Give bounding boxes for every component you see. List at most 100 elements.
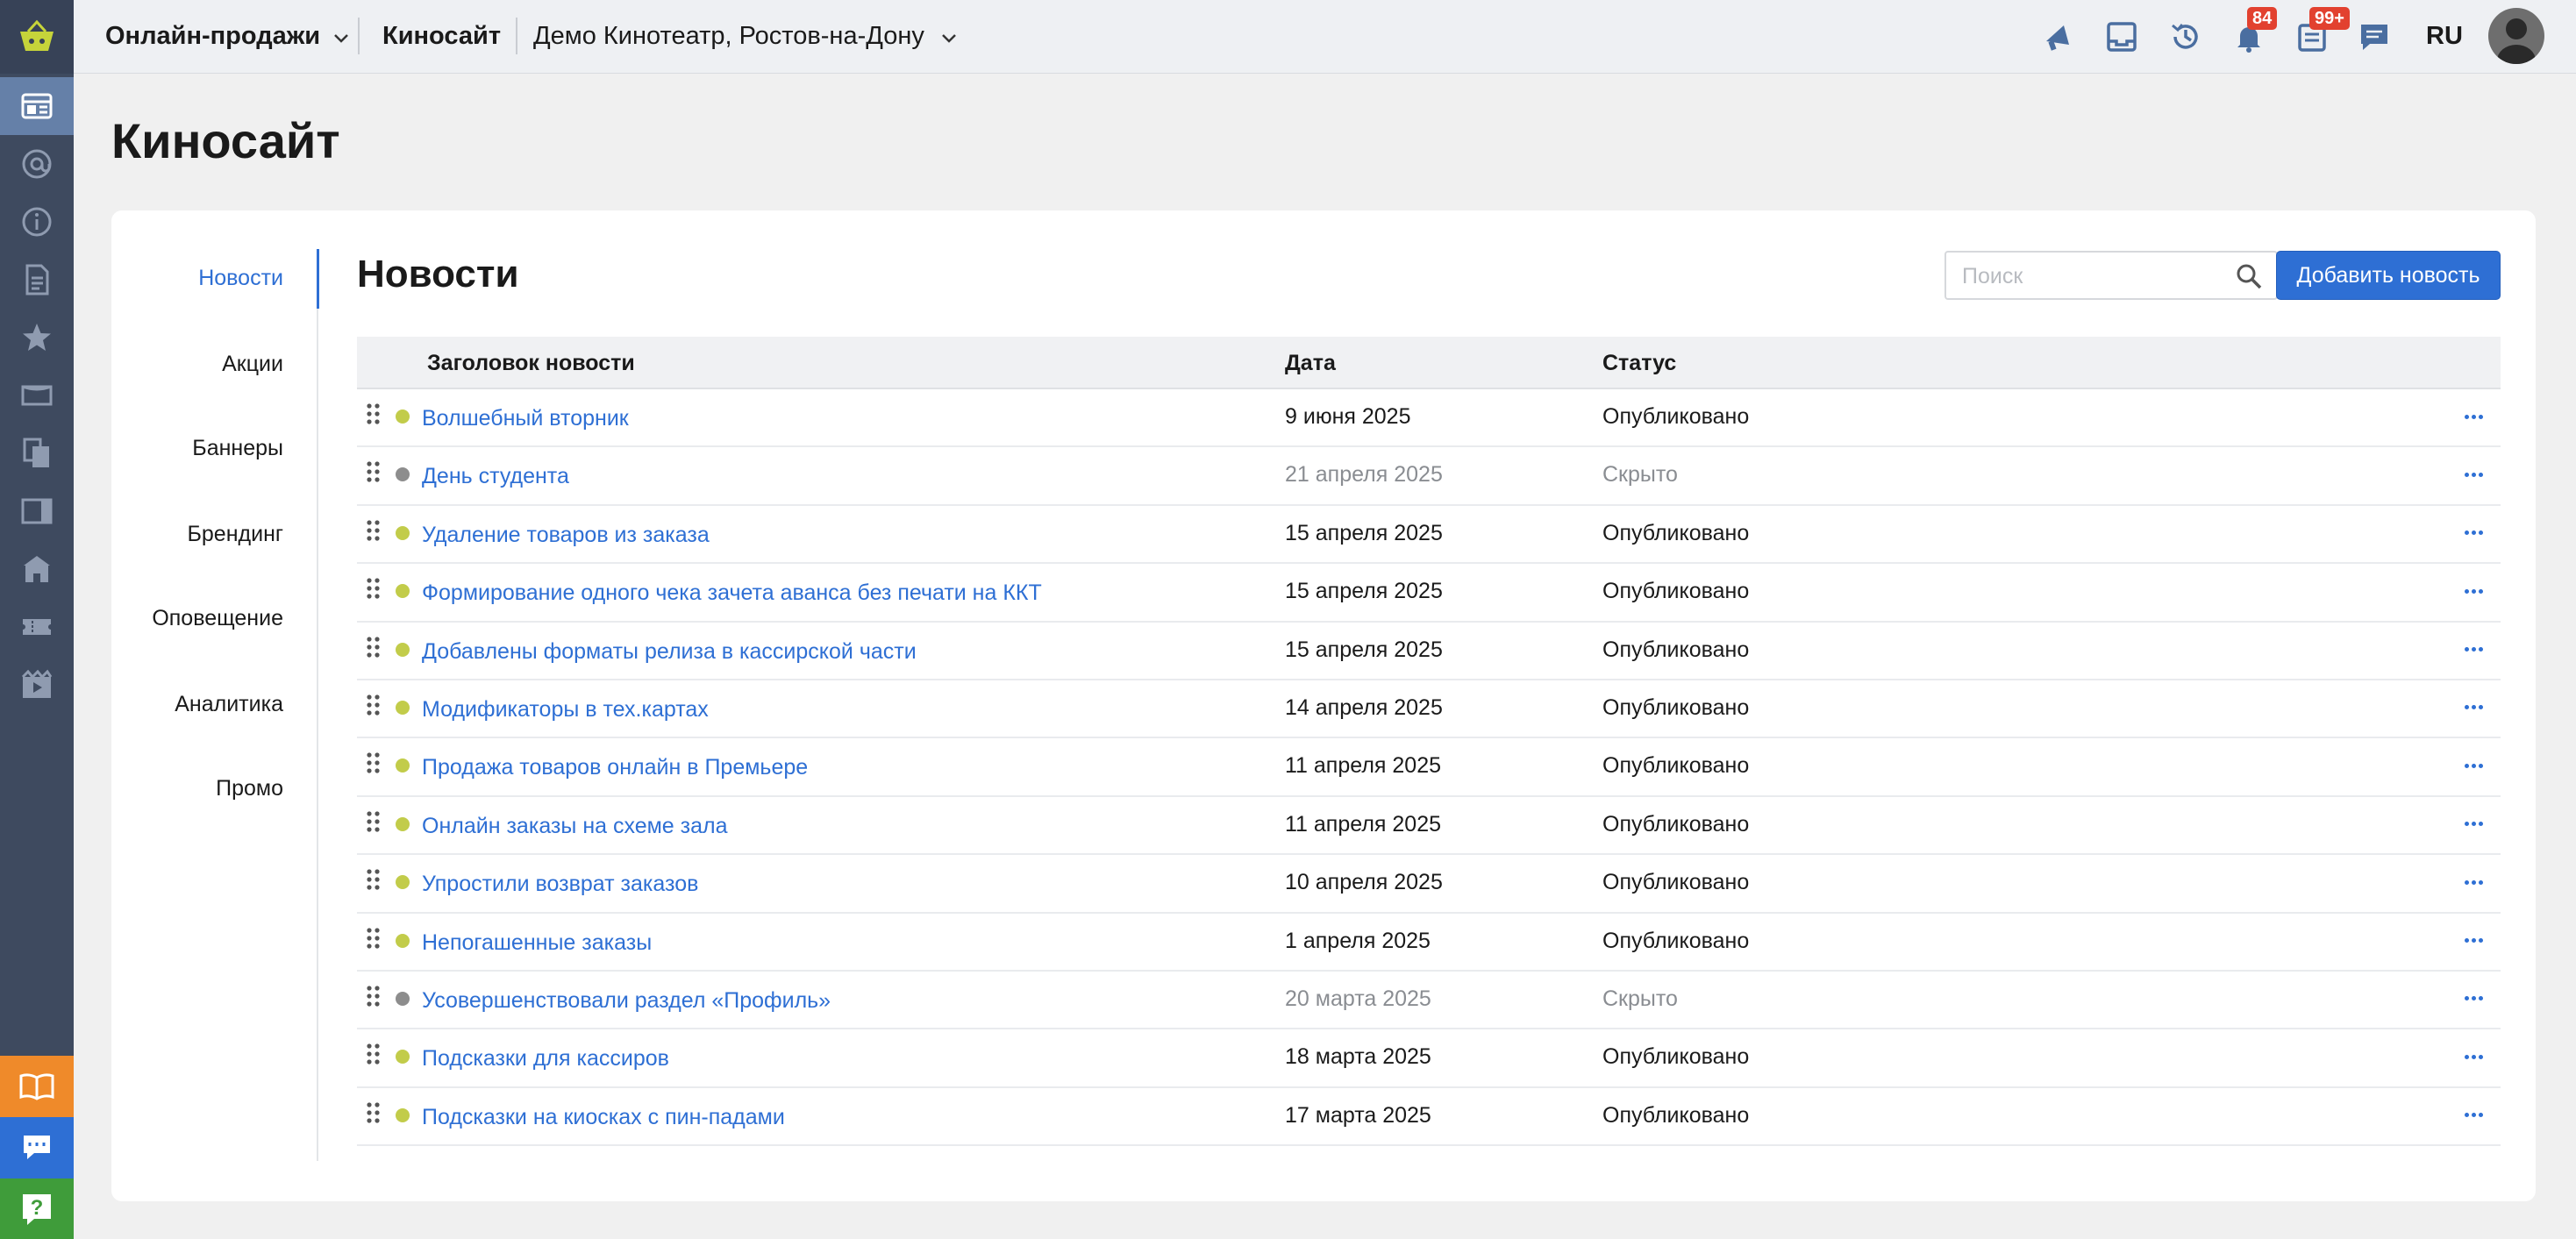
table-row[interactable]: Упростили возврат заказов 10 апреля 2025 О… xyxy=(357,855,2501,914)
subnav-item-banners[interactable]: Баннеры xyxy=(108,433,283,463)
table-row[interactable]: Добавлены форматы релиза в кассирской ча… xyxy=(357,623,2501,680)
news-date: 11 апреля 2025 xyxy=(1285,811,1442,837)
ticket-icon[interactable] xyxy=(0,367,74,424)
drag-handle-icon[interactable] xyxy=(366,1042,382,1066)
more-actions-icon[interactable] xyxy=(2460,867,2487,897)
status-dot xyxy=(396,525,410,540)
news-title-link[interactable]: Непогашенные заказы xyxy=(422,928,652,958)
drag-handle-icon[interactable] xyxy=(366,402,382,426)
news-date: 11 апреля 2025 xyxy=(1285,753,1442,779)
add-news-button[interactable]: Добавить новость xyxy=(2276,251,2501,300)
more-actions-icon[interactable] xyxy=(2460,402,2487,431)
table-row[interactable]: День студента 21 апреля 2025 Скрыто xyxy=(357,447,2501,506)
news-status: Опубликовано xyxy=(1602,811,1750,837)
cinema-switcher[interactable]: Демо Кинотеатр, Ростов-на-Дону xyxy=(533,21,958,51)
subnav-item-promotions[interactable]: Акции xyxy=(108,349,283,379)
drag-handle-icon[interactable] xyxy=(366,1100,382,1125)
site-label[interactable]: Киносайт xyxy=(382,21,501,51)
document-icon[interactable] xyxy=(0,251,74,309)
news-title-link[interactable]: Удаление товаров из заказа xyxy=(422,520,710,550)
drag-handle-icon[interactable] xyxy=(366,693,382,717)
subnav-item-promo[interactable]: Промо xyxy=(108,773,283,803)
news-title-link[interactable]: Онлайн заказы на схеме зала xyxy=(422,811,728,841)
more-actions-icon[interactable] xyxy=(2460,751,2487,780)
copy-icon[interactable] xyxy=(0,424,74,482)
status-dot xyxy=(396,933,410,948)
drag-handle-icon[interactable] xyxy=(366,518,382,543)
search-icon[interactable] xyxy=(2234,261,2264,291)
news-title-link[interactable]: Волшебный вторник xyxy=(422,403,629,433)
inbox-icon[interactable] xyxy=(2102,18,2141,56)
drag-handle-icon[interactable] xyxy=(366,809,382,834)
drag-handle-icon[interactable] xyxy=(366,576,382,601)
language-switcher[interactable]: RU xyxy=(2426,21,2463,51)
drag-handle-icon[interactable] xyxy=(366,867,382,892)
table-row[interactable]: Подсказки на киосках с пин-падами 17 март… xyxy=(357,1088,2501,1147)
news-title-link[interactable]: Усовершенствовали раздел «Профиль» xyxy=(422,986,831,1015)
table-row[interactable]: Волшебный вторник 9 июня 2025 Опубликовано xyxy=(357,389,2501,448)
news-date: 14 апреля 2025 xyxy=(1285,694,1443,720)
drag-handle-icon[interactable] xyxy=(366,635,382,659)
table-row[interactable]: Подсказки для кассиров 18 марта 2025 Опубл… xyxy=(357,1029,2501,1088)
table-row[interactable]: Непогашенные заказы 1 апреля 2025 Опублико… xyxy=(357,914,2501,972)
news-title-link[interactable]: Подсказки для кассиров xyxy=(422,1043,669,1073)
more-actions-icon[interactable] xyxy=(2460,926,2487,956)
status-dot xyxy=(396,1050,410,1065)
news-title-link[interactable]: Продажа товаров онлайн в Премьере xyxy=(422,752,808,782)
help-icon[interactable]: ? xyxy=(0,1178,74,1239)
history-icon[interactable] xyxy=(2166,18,2205,56)
at-sign-icon[interactable] xyxy=(0,135,74,193)
svg-text:?: ? xyxy=(31,1196,44,1220)
messages-icon[interactable] xyxy=(2355,18,2394,56)
dashboard-icon[interactable] xyxy=(0,77,74,135)
avatar[interactable] xyxy=(2488,8,2544,64)
subnav-item-notifications[interactable]: Оповещение xyxy=(108,603,283,633)
subnav-item-analytics[interactable]: Аналитика xyxy=(108,689,283,719)
more-actions-icon[interactable] xyxy=(2460,459,2487,489)
table-row[interactable]: Формирование одного чека зачета аванса б… xyxy=(357,564,2501,623)
news-title-link[interactable]: Подсказки на киосках с пин-падами xyxy=(422,1102,785,1132)
search-input[interactable] xyxy=(1962,261,2225,291)
more-actions-icon[interactable] xyxy=(2460,809,2487,839)
film-icon[interactable] xyxy=(0,656,74,714)
subnav-item-branding[interactable]: Брендинг xyxy=(108,519,284,549)
chat-icon[interactable] xyxy=(0,1117,74,1178)
more-actions-icon[interactable] xyxy=(2460,984,2487,1014)
table-row[interactable]: Усовершенствовали раздел «Профиль» 20 мар… xyxy=(357,972,2501,1030)
book-icon[interactable] xyxy=(0,1056,74,1117)
column-header-status[interactable]: Статус xyxy=(1602,349,1676,377)
column-header-title[interactable]: Заголовок новости xyxy=(427,349,635,377)
drag-handle-icon[interactable] xyxy=(366,984,382,1008)
news-title-link[interactable]: Формирование одного чека зачета аванса б… xyxy=(422,578,1042,608)
more-actions-icon[interactable] xyxy=(2460,635,2487,665)
table-row[interactable]: Продажа товаров онлайн в Премьере 11 апре… xyxy=(357,738,2501,797)
megaphone-icon[interactable] xyxy=(2038,18,2077,56)
status-dot xyxy=(396,875,410,890)
chevron-down-icon xyxy=(942,34,956,43)
table-row[interactable]: Модификаторы в тех.картах 14 апреля 2025 О… xyxy=(357,680,2501,739)
more-actions-icon[interactable] xyxy=(2460,1100,2487,1130)
subnav-item-news[interactable]: Новости xyxy=(108,263,283,293)
news-title-link[interactable]: Добавлены форматы релиза в кассирской ча… xyxy=(422,637,917,666)
table-row[interactable]: Удаление товаров из заказа 15 апреля 2025… xyxy=(357,506,2501,565)
more-actions-icon[interactable] xyxy=(2460,1042,2487,1072)
more-actions-icon[interactable] xyxy=(2460,576,2487,606)
drag-handle-icon[interactable] xyxy=(366,751,382,775)
tickets-icon[interactable] xyxy=(0,598,74,656)
building-icon[interactable] xyxy=(0,540,74,598)
drag-handle-icon[interactable] xyxy=(366,926,382,951)
news-title-link[interactable]: Модификаторы в тех.картах xyxy=(422,694,709,724)
table-row[interactable]: Онлайн заказы на схеме зала 11 апреля 202… xyxy=(357,797,2501,856)
basket-logo-icon[interactable] xyxy=(0,0,74,74)
column-header-date[interactable]: Дата xyxy=(1285,349,1336,377)
news-date: 15 апреля 2025 xyxy=(1285,520,1443,545)
info-icon[interactable] xyxy=(0,193,74,251)
news-title-link[interactable]: День студента xyxy=(422,461,569,491)
more-actions-icon[interactable] xyxy=(2460,518,2487,548)
product-switcher[interactable]: Онлайн-продажи xyxy=(105,21,350,51)
star-icon[interactable] xyxy=(0,309,74,367)
panel-icon[interactable] xyxy=(0,482,74,540)
drag-handle-icon[interactable] xyxy=(366,459,382,484)
news-title-link[interactable]: Упростили возврат заказов xyxy=(422,869,698,899)
more-actions-icon[interactable] xyxy=(2460,693,2487,723)
